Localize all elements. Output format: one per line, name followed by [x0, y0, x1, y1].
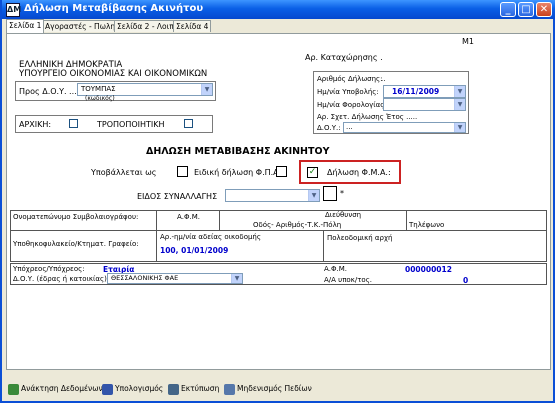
retrieve-data-button[interactable]: Ανάκτηση Δεδομένων — [8, 382, 103, 396]
submission-date-label: Ημ/νία Υποβολής: — [317, 88, 379, 96]
taxpayer-afm-label: Α.Φ.Μ. — [324, 265, 348, 273]
tax-date-label: Ημ/νία Φορολογίας: — [317, 101, 387, 109]
taxpayer-doy-value: ΘΕΣΣΑΛΟΝΙΚΗΣ ΦΑΕ — [111, 274, 179, 282]
aa-value: 0 — [463, 276, 469, 285]
permit-label: Αρ.-ημ/νία αδείας οικοδομής — [160, 233, 261, 241]
row-divider — [10, 230, 547, 231]
clear-icon — [224, 383, 235, 395]
initial-checkbox[interactable] — [69, 119, 78, 128]
tab-page2[interactable]: Σελίδα 2 - Λοιπά — [114, 20, 182, 32]
taxpayer-label: Υπόχρεος/Υπόχρεος: — [13, 265, 85, 273]
tax-date-picker[interactable]: ▼ — [383, 98, 466, 111]
aa-label: Α/Α υποκ/τος. — [324, 276, 373, 284]
taxpayer-doy-select[interactable]: ΘΕΣΣΑΛΟΝΙΚΗΣ ΦΑΕ ▼ — [107, 273, 243, 284]
calculator-icon — [102, 383, 113, 395]
fma-label: Δήλωση Φ.Μ.Α.: — [327, 168, 391, 177]
transaction-color-box — [323, 186, 337, 201]
vat-declaration-checkbox[interactable] — [276, 166, 287, 177]
declaration-number-value: .. — [381, 75, 386, 83]
registration-label: Αρ. Καταχώρησης . — [305, 53, 383, 62]
doy-label: Προς Δ.Ο.Υ. ... — [19, 87, 77, 96]
fma-checkbox[interactable]: ✓ — [307, 167, 318, 178]
notary-address-label: Διεύθυνση — [325, 211, 362, 219]
doy-small-label: Δ.Ο.Υ.: — [317, 124, 341, 132]
col-divider — [323, 230, 324, 262]
chevron-down-icon: ▼ — [308, 190, 319, 201]
main-window: ΔΜ Δήλωση Μεταβίβασης Ακινήτου _ □ ✕ Σελ… — [0, 0, 555, 403]
doy-select-value: ΤΟΥΜΠΑΣ — [81, 85, 116, 93]
ministry-line2: ΥΠΟΥΡΓΕΙΟ ΟΙΚΟΝΟΜΙΑΣ ΚΑΙ ΟΙΚΟΝΟΜΙΚΩΝ — [19, 69, 208, 79]
transaction-type-select[interactable]: ▼ — [225, 189, 320, 202]
notary-phone-label: Τηλέφωνο — [409, 221, 445, 229]
notary-name-label: Ονοματεπώνυμο Συμβολαιογράφου: — [13, 213, 139, 221]
col-divider — [219, 210, 220, 230]
clear-fields-label: Μηδενισμός Πεδίων — [237, 384, 312, 393]
retrieve-icon — [8, 383, 19, 395]
window-title: Δήλωση Μεταβίβασης Ακινήτου — [24, 3, 204, 14]
col-divider — [156, 210, 157, 262]
related-declaration-label: Αρ. Σχετ. Δήλωσης Έτος ..... — [317, 113, 418, 121]
urban-planning-label: Πολεοδομική αρχή — [327, 234, 393, 242]
taxpayer-doy-label: Δ.Ο.Υ. (έδρας ή κατοικίας) — [13, 275, 107, 283]
notary-afm-label: Α.Φ.Μ. — [177, 213, 201, 221]
submission-date-picker[interactable]: 16/11/2009 ▼ — [383, 85, 466, 98]
chevron-down-icon: ▼ — [201, 84, 212, 95]
declaration-number-label: Αριθμός Δήλωσης: — [317, 75, 383, 83]
chevron-down-icon: ▼ — [454, 86, 465, 97]
form-panel: Μ1 ΕΛΛΗΝΙΚΗ ΔΗΜΟΚΡΑΤΙΑ ΥΠΟΥΡΓΕΙΟ ΟΙΚΟΝΟΜ… — [6, 33, 551, 370]
required-asterisk: * — [340, 189, 344, 198]
print-label: Εκτύπωση — [181, 384, 220, 393]
notary-address-sub: Οδός- Αριθμός-Τ.Κ.-Πόλη — [253, 221, 342, 229]
printer-icon — [168, 383, 179, 395]
doy-small-value: ... — [346, 123, 353, 131]
tab-page4[interactable]: Σελίδα 4 — [173, 20, 212, 32]
maximize-button[interactable]: □ — [518, 2, 534, 17]
app-icon: ΔΜ — [6, 3, 21, 17]
retrieve-data-label: Ανάκτηση Δεδομένων — [21, 384, 103, 393]
chevron-down-icon: ▼ — [454, 123, 465, 132]
col-divider — [406, 210, 407, 230]
taxpayer-afm-value: 000000012 — [405, 265, 452, 274]
minimize-button[interactable]: _ — [500, 2, 516, 17]
close-button[interactable]: ✕ — [536, 2, 552, 17]
form-heading: ΔΗΛΩΣΗ ΜΕΤΑΒΙΒΑΣΗΣ ΑΚΙΝΗΤΟΥ — [146, 146, 330, 157]
transaction-type-label: ΕΙΔΟΣ ΣΥΝΑΛΛΑΓΗΣ — [137, 192, 218, 201]
chevron-down-icon: ▼ — [454, 99, 465, 110]
initial-label: ΑΡΧΙΚΗ: — [19, 120, 52, 129]
calculate-button[interactable]: Υπολογισμός — [102, 382, 163, 396]
amending-label: ΤΡΟΠΟΠΟΙΗΤΙΚΗ — [97, 120, 165, 129]
doy-small-select[interactable]: ... ▼ — [343, 122, 466, 133]
vat-declaration-label: Ειδική δήλωση Φ.Π.Α. — [194, 168, 282, 177]
submitted-as-checkbox[interactable] — [177, 166, 188, 177]
tab-page1[interactable]: Σελίδα 1 — [6, 19, 45, 33]
mortgage-office-label: Υποθηκοφυλακείο/Κτηματ. Γραφείο: — [13, 240, 139, 248]
clear-fields-button[interactable]: Μηδενισμός Πεδίων — [224, 382, 312, 396]
submitted-as-label: Υποβάλλεται ως — [91, 168, 157, 177]
print-button[interactable]: Εκτύπωση — [168, 382, 219, 396]
amending-checkbox[interactable] — [184, 119, 193, 128]
bottom-toolbar: Ανάκτηση Δεδομένων Υπολογισμός Εκτύπωση … — [2, 376, 553, 401]
form-code: Μ1 — [462, 37, 474, 46]
doy-sub: (κωδικός) — [85, 95, 115, 102]
calculate-label: Υπολογισμός — [115, 384, 164, 393]
permit-value: 100, 01/01/2009 — [160, 246, 229, 255]
submission-date-value: 16/11/2009 — [392, 87, 440, 96]
chevron-down-icon: ▼ — [231, 274, 242, 283]
title-bar[interactable]: ΔΜ Δήλωση Μεταβίβασης Ακινήτου _ □ ✕ — [2, 0, 555, 19]
